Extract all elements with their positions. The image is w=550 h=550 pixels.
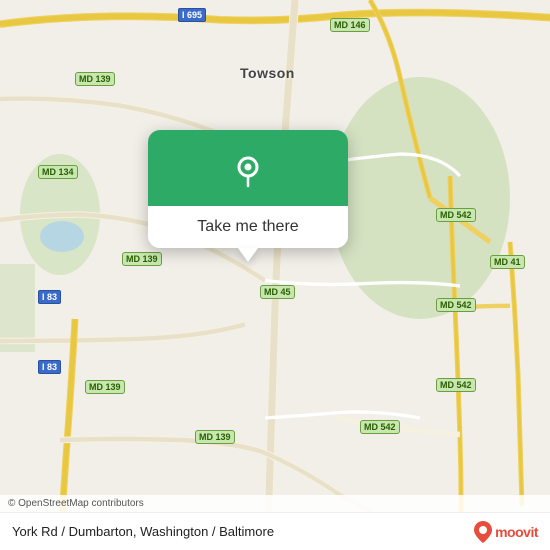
road-shield-md542-2: MD 542 xyxy=(436,298,476,312)
popup-tail xyxy=(238,248,258,262)
location-name: York Rd / Dumbarton, Washington / Baltim… xyxy=(12,524,274,539)
popup-card: Take me there xyxy=(148,130,348,248)
moovit-pin-icon xyxy=(474,521,492,543)
map-container: Towson I 695 MD 146 MD 139 MD 134 MD 139… xyxy=(0,0,550,550)
road-shield-md146: MD 146 xyxy=(330,18,370,32)
popup-icon-area xyxy=(148,130,348,206)
road-shield-md139-2: MD 139 xyxy=(122,252,162,266)
road-shield-md139-1: MD 139 xyxy=(75,72,115,86)
take-me-there-button[interactable]: Take me there xyxy=(148,206,348,248)
location-info: York Rd / Dumbarton, Washington / Baltim… xyxy=(12,524,474,539)
city-label: Towson xyxy=(240,65,295,81)
road-shield-md139-3: MD 139 xyxy=(85,380,125,394)
road-shield-md134: MD 134 xyxy=(38,165,78,179)
road-shield-md542-1: MD 542 xyxy=(436,208,476,222)
road-shield-i83-1: I 83 xyxy=(38,290,61,304)
location-pin-icon xyxy=(226,148,270,192)
road-shield-i83-2: I 83 xyxy=(38,360,61,374)
road-shield-md45: MD 45 xyxy=(260,285,295,299)
moovit-logo: moovit xyxy=(474,521,538,543)
road-shield-md41: MD 41 xyxy=(490,255,525,269)
road-shield-md139-4: MD 139 xyxy=(195,430,235,444)
road-shield-i695: I 695 xyxy=(178,8,206,22)
road-shield-md542-3: MD 542 xyxy=(436,378,476,392)
bottom-bar: York Rd / Dumbarton, Washington / Baltim… xyxy=(0,512,550,550)
road-shield-md542-4: MD 542 xyxy=(360,420,400,434)
moovit-app-name: moovit xyxy=(495,524,538,540)
attribution-bar: © OpenStreetMap contributors xyxy=(0,495,550,512)
